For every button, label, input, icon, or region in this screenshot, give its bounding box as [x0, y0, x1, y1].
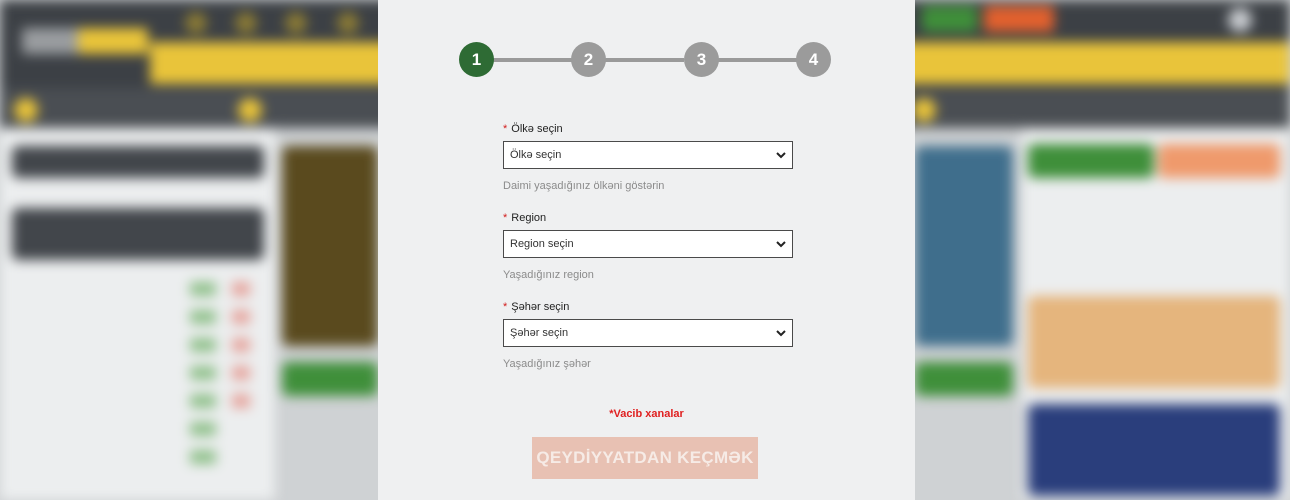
bg-nav-icon	[337, 12, 359, 34]
chevron-down-icon	[776, 330, 786, 337]
bg-green-bar	[282, 362, 378, 396]
bg-row	[190, 450, 216, 464]
country-field: * Ölkə seçin Ölkə seçin Daimi yaşadığınız…	[503, 122, 793, 192]
region-label-text: Region	[511, 212, 547, 224]
bg-row	[190, 282, 216, 296]
bg-banner	[1028, 296, 1280, 388]
region-field: * Region Region seçin Yaşadığınız region	[503, 211, 793, 281]
region-select-value: Region seçin	[510, 238, 574, 250]
bg-tab	[1028, 144, 1154, 178]
register-button[interactable]: QEYDİYYATDAN KEÇMƏK	[532, 437, 758, 479]
bg-nav-icon	[235, 12, 257, 34]
bg-nav-icon	[185, 12, 207, 34]
bg-green-bar	[915, 362, 1013, 396]
bg-menu-panel	[12, 208, 264, 260]
city-label-text: Şəhər seçin	[511, 301, 570, 313]
required-asterisk: *	[503, 301, 508, 313]
step-2: 2	[571, 42, 606, 77]
required-asterisk: *	[503, 212, 508, 224]
chevron-down-icon	[776, 152, 786, 159]
bg-promo-card	[915, 146, 1013, 346]
bg-row	[190, 310, 216, 324]
bg-subnav-icon	[238, 98, 262, 122]
city-hint: Yaşadığınız şəhər	[503, 358, 591, 370]
step-3: 3	[684, 42, 719, 77]
bg-search-panel	[12, 146, 264, 178]
bg-subnav-icon	[912, 98, 936, 122]
bg-logo-accent	[78, 28, 148, 54]
bg-promo-card	[282, 146, 378, 346]
country-select-value: Ölkə seçin	[510, 149, 562, 161]
bg-register-button	[984, 6, 1054, 32]
required-fields-note: *Vacib xanalar	[609, 408, 684, 420]
country-hint: Daimi yaşadığınız ölkəni göstərin	[503, 180, 665, 192]
region-hint: Yaşadığınız region	[503, 269, 594, 281]
registration-modal: 1 2 3 4 * Ölkə seçin Ölkə seçin Daimi yaş…	[378, 0, 915, 500]
country-select[interactable]: Ölkə seçin	[503, 141, 793, 169]
bg-row	[190, 366, 216, 380]
registration-stepper: 1 2 3 4	[378, 42, 915, 78]
city-select[interactable]: Şəhər seçin	[503, 319, 793, 347]
step-1: 1	[459, 42, 494, 77]
bg-row	[190, 394, 216, 408]
bg-nav-icon	[285, 12, 307, 34]
bg-row	[232, 338, 250, 352]
region-select[interactable]: Region seçin	[503, 230, 793, 258]
bg-banner	[1028, 404, 1280, 496]
required-asterisk: *	[503, 123, 508, 135]
bg-row	[190, 422, 216, 436]
city-label: * Şəhər seçin	[503, 300, 787, 314]
bg-row	[232, 310, 250, 324]
city-select-value: Şəhər seçin	[510, 327, 569, 339]
region-label: * Region	[503, 211, 787, 225]
city-field: * Şəhər seçin Şəhər seçin Yaşadığınız şəh…	[503, 300, 793, 370]
bg-subnav-icon	[14, 98, 38, 122]
bg-avatar	[1228, 8, 1252, 32]
bg-row	[190, 338, 216, 352]
country-label: * Ölkə seçin	[503, 122, 787, 136]
bg-login-button	[922, 6, 977, 32]
bg-row	[232, 366, 250, 380]
chevron-down-icon	[776, 241, 786, 248]
country-label-text: Ölkə seçin	[511, 123, 563, 135]
bg-row	[232, 282, 250, 296]
step-4: 4	[796, 42, 831, 77]
bg-tab	[1158, 144, 1280, 178]
bg-row	[232, 394, 250, 408]
